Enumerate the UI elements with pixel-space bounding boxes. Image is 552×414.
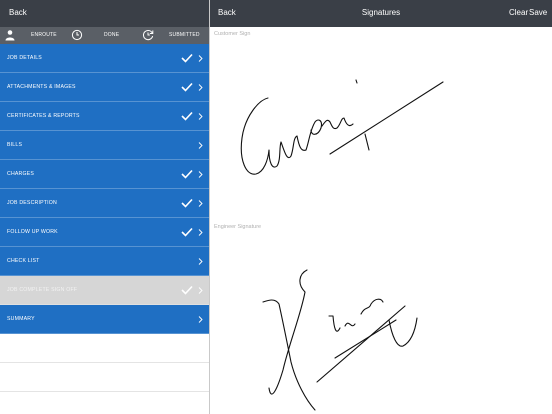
customer-signature-strokes [240, 79, 444, 175]
empty-row [0, 392, 210, 414]
checkmark-icon [181, 198, 193, 208]
chevron-right-icon [198, 84, 203, 91]
menu-item-label: JOB COMPLETE SIGN OFF [7, 287, 78, 293]
menu-item-label: JOB DESCRIPTION [7, 200, 57, 206]
checkmark-icon [181, 111, 193, 121]
status-done-label[interactable]: DONE [104, 32, 119, 38]
chevron-right-icon [198, 55, 203, 62]
menu-item-job-complete-sign-off[interactable]: JOB COMPLETE SIGN OFF [0, 276, 210, 305]
menu-item-label: CHECK LIST [7, 258, 40, 264]
menu-item-label: CHARGES [7, 171, 35, 177]
engineer-signature-strokes [262, 269, 418, 411]
chevron-right-icon [198, 229, 203, 236]
engineer-signature-label: Engineer Signature [214, 224, 262, 230]
clock-icon[interactable] [71, 29, 83, 41]
menu-item-summary[interactable]: SUMMARY [0, 305, 210, 334]
menu-item-label: CERTIFICATES & REPORTS [7, 113, 80, 119]
menu-item-job-details[interactable]: JOB DETAILS [0, 44, 210, 73]
menu-item-label: FOLLOW UP WORK [7, 229, 58, 235]
job-sidebar: Back ENROUTE DONE SUBMITTED JOB DETAILS … [0, 0, 210, 414]
status-submitted-label[interactable]: SUBMITTED [169, 32, 200, 38]
clear-button[interactable]: Clear [509, 8, 528, 17]
save-button[interactable]: Save [529, 8, 547, 17]
status-enroute-label[interactable]: ENROUTE [31, 32, 57, 38]
empty-row [0, 334, 210, 363]
chevron-right-icon [198, 142, 203, 149]
chevron-right-icon [198, 200, 203, 207]
menu-item-label: SUMMARY [7, 316, 35, 322]
back-button[interactable]: Back [9, 8, 27, 17]
checkmark-icon [181, 169, 193, 179]
pane-divider [209, 0, 210, 414]
job-menu: JOB DETAILS ATTACHMENTS & IMAGES CERTIFI… [0, 44, 210, 414]
engineer-signature-pad[interactable] [211, 232, 552, 414]
menu-item-label: BILLS [7, 142, 23, 148]
menu-item-bills[interactable]: BILLS [0, 131, 210, 160]
menu-item-label: ATTACHMENTS & IMAGES [7, 84, 76, 90]
menu-item-certificates-reports[interactable]: CERTIFICATES & REPORTS [0, 102, 210, 131]
back-button[interactable]: Back [218, 8, 236, 17]
menu-item-follow-up-work[interactable]: FOLLOW UP WORK [0, 218, 210, 247]
checkmark-icon [181, 82, 193, 92]
person-icon[interactable] [4, 29, 16, 41]
page-title: Signatures [361, 8, 401, 17]
menu-item-label: JOB DETAILS [7, 55, 42, 61]
customer-signature-pad[interactable] [211, 38, 552, 218]
clock-refresh-icon[interactable] [142, 29, 154, 41]
chevron-right-icon [198, 316, 203, 323]
checkmark-icon [181, 53, 193, 63]
chevron-right-icon [198, 113, 203, 120]
menu-item-charges[interactable]: CHARGES [0, 160, 210, 189]
menu-item-attachments-images[interactable]: ATTACHMENTS & IMAGES [0, 73, 210, 102]
checkmark-icon [181, 227, 193, 237]
menu-item-check-list[interactable]: CHECK LIST [0, 247, 210, 276]
job-status-bar: ENROUTE DONE SUBMITTED [0, 27, 210, 44]
checkmark-icon [181, 285, 193, 295]
menu-item-job-description[interactable]: JOB DESCRIPTION [0, 189, 210, 218]
chevron-right-icon [198, 258, 203, 265]
customer-sign-label: Customer Sign [214, 31, 251, 37]
chevron-right-icon [198, 287, 203, 294]
left-navbar: Back [0, 0, 210, 27]
chevron-right-icon [198, 171, 203, 178]
empty-row [0, 363, 210, 392]
right-navbar: Signatures Back Clear Save [210, 0, 552, 27]
